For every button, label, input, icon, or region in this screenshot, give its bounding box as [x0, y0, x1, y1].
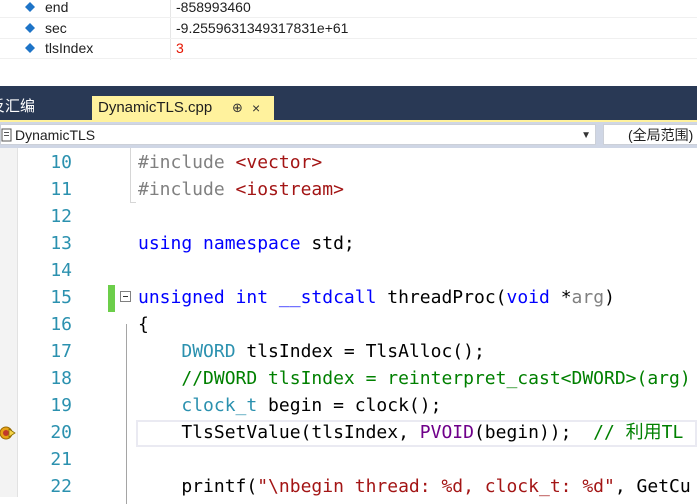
watch-row-divider: [0, 58, 697, 59]
code-line[interactable]: 14: [0, 257, 697, 284]
chevron-down-icon: ▼: [581, 130, 591, 141]
scope-label: DynamicTLS: [15, 127, 96, 143]
line-number: 14: [50, 260, 72, 281]
code-text: printf("\nbegin thread: %d, clock_t: %d"…: [138, 476, 691, 497]
variable-icon: [25, 2, 35, 12]
watch-panel: end -858993460 sec -9.2559631349317831e+…: [0, 0, 697, 86]
variable-icon: [25, 43, 35, 53]
code-line[interactable]: 17 DWORD tlsIndex = TlsAlloc();: [0, 338, 697, 365]
tab-label: DynamicTLS.cpp: [98, 99, 213, 116]
code-text: #include <vector>: [138, 152, 323, 173]
instruction-pointer-icon[interactable]: [0, 421, 16, 445]
collapse-outline-button[interactable]: [120, 291, 131, 302]
watch-value-changed[interactable]: 3: [176, 38, 184, 58]
outline-guide: [126, 324, 127, 504]
line-number: 11: [50, 179, 72, 200]
line-number: 20: [50, 422, 72, 443]
watch-name: end: [45, 0, 69, 15]
variable-icon: [25, 23, 35, 33]
pin-icon[interactable]: ⊕: [232, 96, 243, 120]
code-line[interactable]: 10 #include <vector>: [0, 149, 697, 176]
code-line[interactable]: 15 unsigned int __stdcall threadProc(voi…: [0, 284, 697, 311]
line-number: 18: [50, 368, 72, 389]
cpp-file-icon: [1, 128, 12, 142]
watch-value[interactable]: -9.2559631349317831e+61: [176, 18, 348, 38]
include-group-guide: [130, 148, 131, 202]
navigation-bar: DynamicTLS ▼ (全局范围): [0, 122, 697, 148]
tab-disassembly[interactable]: 反汇编: [0, 94, 35, 120]
line-number: 13: [50, 233, 72, 254]
current-line-highlight: [136, 420, 697, 447]
code-line[interactable]: 18 //DWORD tlsIndex = reinterpret_cast<D…: [0, 365, 697, 392]
watch-name: sec: [45, 20, 67, 36]
watch-value[interactable]: -858993460: [176, 0, 251, 17]
member-scope-label: (全局范围): [628, 127, 694, 143]
code-line[interactable]: 22 printf("\nbegin thread: %d, clock_t: …: [0, 473, 697, 497]
include-group-guide-end: [130, 202, 136, 203]
code-text: clock_t begin = clock();: [181, 395, 442, 416]
watch-row-sec[interactable]: sec -9.2559631349317831e+61: [0, 18, 697, 38]
line-number: 16: [50, 314, 72, 335]
code-line[interactable]: 16 {: [0, 311, 697, 338]
member-scope-dropdown[interactable]: (全局范围): [603, 124, 697, 145]
minus-icon: [123, 296, 128, 297]
code-line[interactable]: 21: [0, 446, 697, 473]
line-number: 22: [50, 476, 72, 497]
watch-name: tlsIndex: [45, 40, 94, 56]
code-text: using namespace std;: [138, 233, 355, 254]
line-number: 17: [50, 341, 72, 362]
project-scope-dropdown[interactable]: DynamicTLS ▼: [0, 124, 596, 145]
code-text: {: [138, 314, 149, 335]
code-line[interactable]: 13 using namespace std;: [0, 230, 697, 257]
code-text: DWORD tlsIndex = TlsAlloc();: [181, 341, 485, 362]
close-icon[interactable]: ×: [252, 96, 260, 120]
code-text: //DWORD tlsIndex = reinterpret_cast<DWOR…: [181, 368, 691, 389]
code-line[interactable]: 11 #include <iostream>: [0, 176, 697, 203]
line-number: 19: [50, 395, 72, 416]
line-number: 15: [50, 287, 72, 308]
change-tracking-bar: [108, 285, 115, 312]
line-number: 10: [50, 152, 72, 173]
watch-row-tlsindex[interactable]: tlsIndex 3: [0, 38, 697, 58]
code-line[interactable]: 19 clock_t begin = clock();: [0, 392, 697, 419]
watch-row-end[interactable]: end -858993460: [0, 0, 697, 17]
code-line[interactable]: 12: [0, 203, 697, 230]
line-number: 21: [50, 449, 72, 470]
line-number: 12: [50, 206, 72, 227]
code-text: #include <iostream>: [138, 179, 344, 200]
tab-dynamictls-cpp[interactable]: DynamicTLS.cpp ⊕ ×: [92, 96, 274, 120]
code-text: unsigned int __stdcall threadProc(void *…: [138, 287, 615, 308]
